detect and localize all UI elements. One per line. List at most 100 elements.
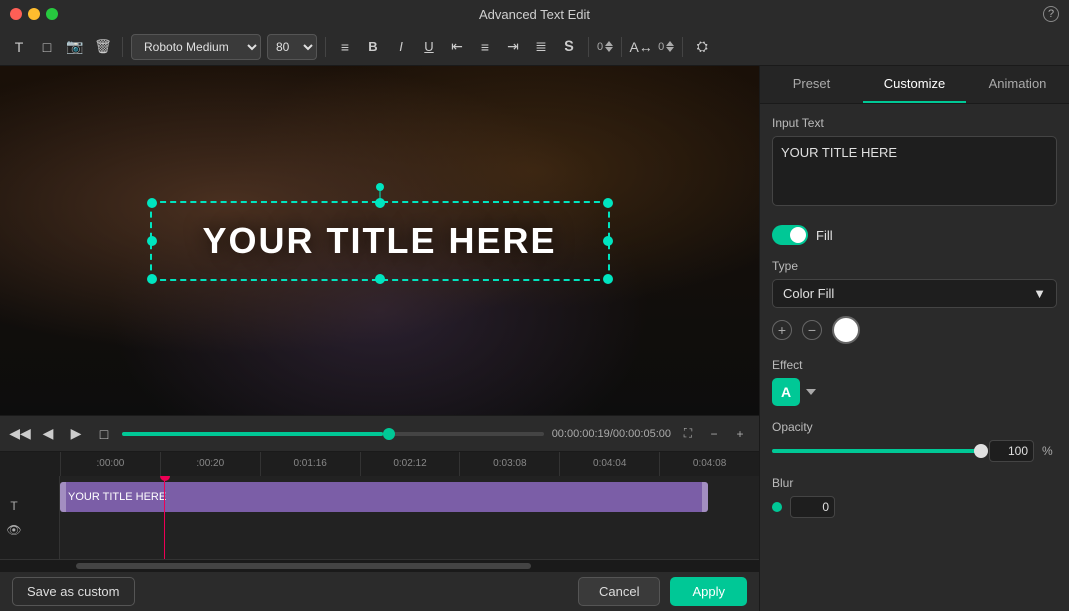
input-text-field[interactable] [772,136,1057,206]
opacity-slider[interactable] [772,449,981,453]
opacity-fill [772,449,981,453]
time-display: 00:00:00:19/00:00:05:00 [552,428,671,440]
handle-top-middle[interactable] [375,198,385,208]
tab-preset[interactable]: Preset [760,66,863,103]
opacity-value-input[interactable] [989,440,1034,462]
letter-spacing-icon[interactable]: A↔ [630,36,652,58]
frame-tool-icon[interactable]: □ [36,36,58,58]
toggle-knob [790,227,806,243]
separator-5 [682,37,683,57]
progress-bar[interactable] [122,432,544,436]
input-text-section: Input Text [772,116,1057,211]
blur-section: Blur [772,476,1057,518]
fullscreen-button[interactable]: □ [94,424,114,444]
handle-middle-left[interactable] [147,236,157,246]
separator-4 [621,37,622,57]
tab-customize[interactable]: Customize [863,66,966,103]
opacity-section: Opacity % [772,420,1057,462]
track-handle-left[interactable] [60,482,66,512]
go-start-button[interactable]: ◀◀ [10,424,30,444]
handle-bottom-middle[interactable] [375,274,385,284]
opacity-thumb[interactable] [974,444,988,458]
playhead[interactable] [164,476,165,559]
blur-label: Blur [772,476,1057,490]
save-custom-button[interactable]: Save as custom [12,577,135,606]
text-track-icon[interactable]: T [4,496,24,516]
handle-bottom-left[interactable] [147,274,157,284]
minimize-button[interactable] [28,8,40,20]
align-left-icon[interactable]: ⇤ [446,36,468,58]
main-content: YOUR TITLE HERE ◀◀ ◀ ▶ □ [0,66,1069,611]
timeline-ruler: :00:00 :00:20 0:01:16 0:02:12 0:03:08 0:… [0,452,759,476]
scrollbar-thumb[interactable] [76,563,531,569]
font-size-selector[interactable]: 80 [267,34,317,60]
underline-button[interactable]: U [418,36,440,58]
tracking-down-icon[interactable] [666,47,674,52]
zoom-in-icon[interactable]: + [731,425,749,443]
ruler-mark-5: 0:04:04 [559,452,659,476]
italic-button[interactable]: I [390,36,412,58]
help-icon[interactable]: ? [1043,6,1059,22]
eye-icon[interactable]: 👁 [4,520,24,540]
track-handle-right[interactable] [702,482,708,512]
window-title: Advanced Text Edit [479,7,590,22]
text-track[interactable]: YOUR TITLE HERE [60,482,708,512]
blur-value-input[interactable] [790,496,835,518]
close-button[interactable] [10,8,22,20]
playhead-top [160,476,170,481]
align-center-icon[interactable]: ≡ [474,36,496,58]
fit-screen-icon[interactable]: ⛶ [679,425,697,443]
image-tool-icon[interactable]: 📷 [64,36,86,58]
delete-tool-icon[interactable]: 🗑 [92,36,114,58]
bold-button[interactable]: B [362,36,384,58]
line-spacing-icon[interactable]: ≡ [334,36,356,58]
separator-1 [122,37,123,57]
align-justify-icon[interactable]: ≣ [530,36,552,58]
effect-chevron-icon[interactable] [806,389,816,395]
type-dropdown[interactable]: Color Fill ▼ [772,279,1057,308]
ruler-mark-4: 0:03:08 [459,452,559,476]
fill-toggle[interactable] [772,225,808,245]
rotation-up-icon[interactable] [605,41,613,46]
ruler-mark-0: :00:00 [60,452,160,476]
opacity-row: % [772,440,1057,462]
maximize-button[interactable] [46,8,58,20]
color-row: + − [772,316,1057,344]
cancel-button[interactable]: Cancel [578,577,660,606]
handle-bottom-right[interactable] [603,274,613,284]
rotation-down-icon[interactable] [605,47,613,52]
apply-button[interactable]: Apply [670,577,747,606]
playback-controls: ◀◀ ◀ ▶ □ 00:00:00:19/00:00:05:00 ⛶ − + [0,415,759,451]
color-add-button[interactable]: + [772,320,792,340]
align-right-icon[interactable]: ⇥ [502,36,524,58]
separator-2 [325,37,326,57]
color-swatch[interactable] [832,316,860,344]
handle-top-left[interactable] [147,198,157,208]
selection-box[interactable] [150,201,610,281]
handle-top-right[interactable] [603,198,613,208]
progress-thumb[interactable] [383,428,395,440]
effect-section: Effect A [772,358,1057,406]
progress-fill [122,432,383,436]
timeline-scrollbar[interactable] [0,559,759,571]
track-label: YOUR TITLE HERE [68,491,166,503]
rotate-handle[interactable] [376,183,384,191]
video-container: YOUR TITLE HERE [0,66,759,415]
handle-middle-right[interactable] [603,236,613,246]
step-back-button[interactable]: ◀ [38,424,58,444]
more-options-icon[interactable]: ⛭ [691,36,713,58]
input-text-label: Input Text [772,116,1057,130]
text-tool-icon[interactable]: T [8,36,30,58]
tracking-up-icon[interactable] [666,41,674,46]
blur-dot [772,502,782,512]
tab-animation[interactable]: Animation [966,66,1069,103]
font-selector[interactable]: Roboto Medium [131,34,261,60]
zoom-out-icon[interactable]: − [705,425,723,443]
title-bar: Advanced Text Edit ? [0,0,1069,28]
ruler-mark-6: 0:04:08 [659,452,759,476]
play-button[interactable]: ▶ [66,424,86,444]
strikethrough-icon[interactable]: 𝐒 [558,36,580,58]
fill-toggle-row: Fill [772,225,1057,245]
bottom-bar: Save as custom Cancel Apply [0,571,759,611]
color-remove-button[interactable]: − [802,320,822,340]
